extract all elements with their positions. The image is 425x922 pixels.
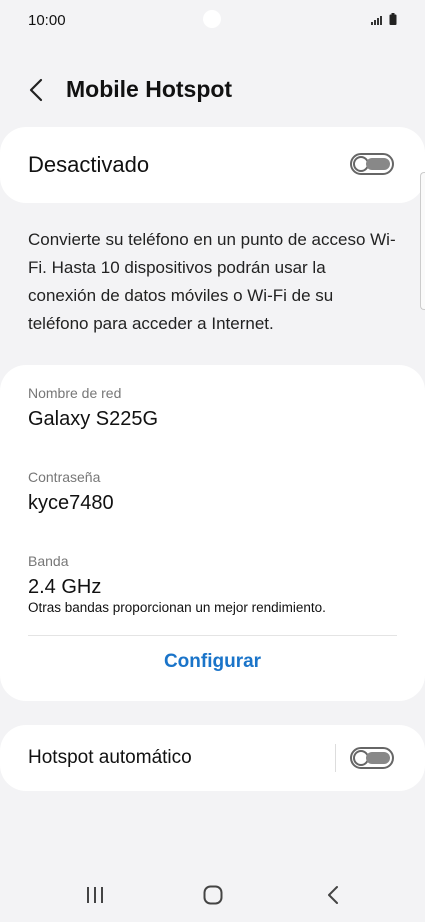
divider <box>28 635 397 636</box>
auto-hotspot-label: Hotspot automático <box>28 747 192 768</box>
network-name-value: Galaxy S225G <box>28 408 159 430</box>
page-title: Mobile Hotspot <box>66 76 233 102</box>
hotspot-description: Convierte su teléfono en un punto de acc… <box>28 230 396 333</box>
scroll-indicator[interactable] <box>420 172 425 310</box>
recent-apps-icon[interactable] <box>80 882 110 908</box>
signal-icon <box>371 16 382 25</box>
status-icons <box>371 13 397 25</box>
battery-icon <box>389 13 397 25</box>
main-toggle-card[interactable]: Desactivado <box>0 127 425 203</box>
band-label: Banda <box>28 553 69 569</box>
auto-hotspot-toggle[interactable] <box>350 747 394 769</box>
hotspot-toggle[interactable] <box>350 153 394 175</box>
auto-hotspot-card[interactable]: Hotspot automático <box>0 725 425 791</box>
toggle-knob <box>353 156 369 172</box>
toggle-knob <box>353 750 369 766</box>
hotspot-info-card: Nombre de red Galaxy S225G Contraseña ky… <box>0 365 425 701</box>
home-icon[interactable] <box>198 882 228 908</box>
header: Mobile Hotspot <box>0 68 425 112</box>
status-bar: 10:00 <box>0 0 425 40</box>
chevron-left-icon[interactable] <box>24 74 50 106</box>
band-value: 2.4 GHz <box>28 576 102 598</box>
band-note: Otras bandas proporcionan un mejor rendi… <box>28 600 326 615</box>
password-label: Contraseña <box>28 469 101 485</box>
configure-button[interactable]: Configurar <box>0 651 425 673</box>
back-icon[interactable] <box>318 882 348 908</box>
password-value: kyce7480 <box>28 492 114 514</box>
vertical-divider <box>335 744 336 772</box>
navigation-bar <box>0 870 425 920</box>
main-toggle-label: Desactivado <box>28 152 150 177</box>
status-time: 10:00 <box>28 12 66 29</box>
network-name-label: Nombre de red <box>28 385 122 401</box>
front-camera <box>203 10 221 28</box>
